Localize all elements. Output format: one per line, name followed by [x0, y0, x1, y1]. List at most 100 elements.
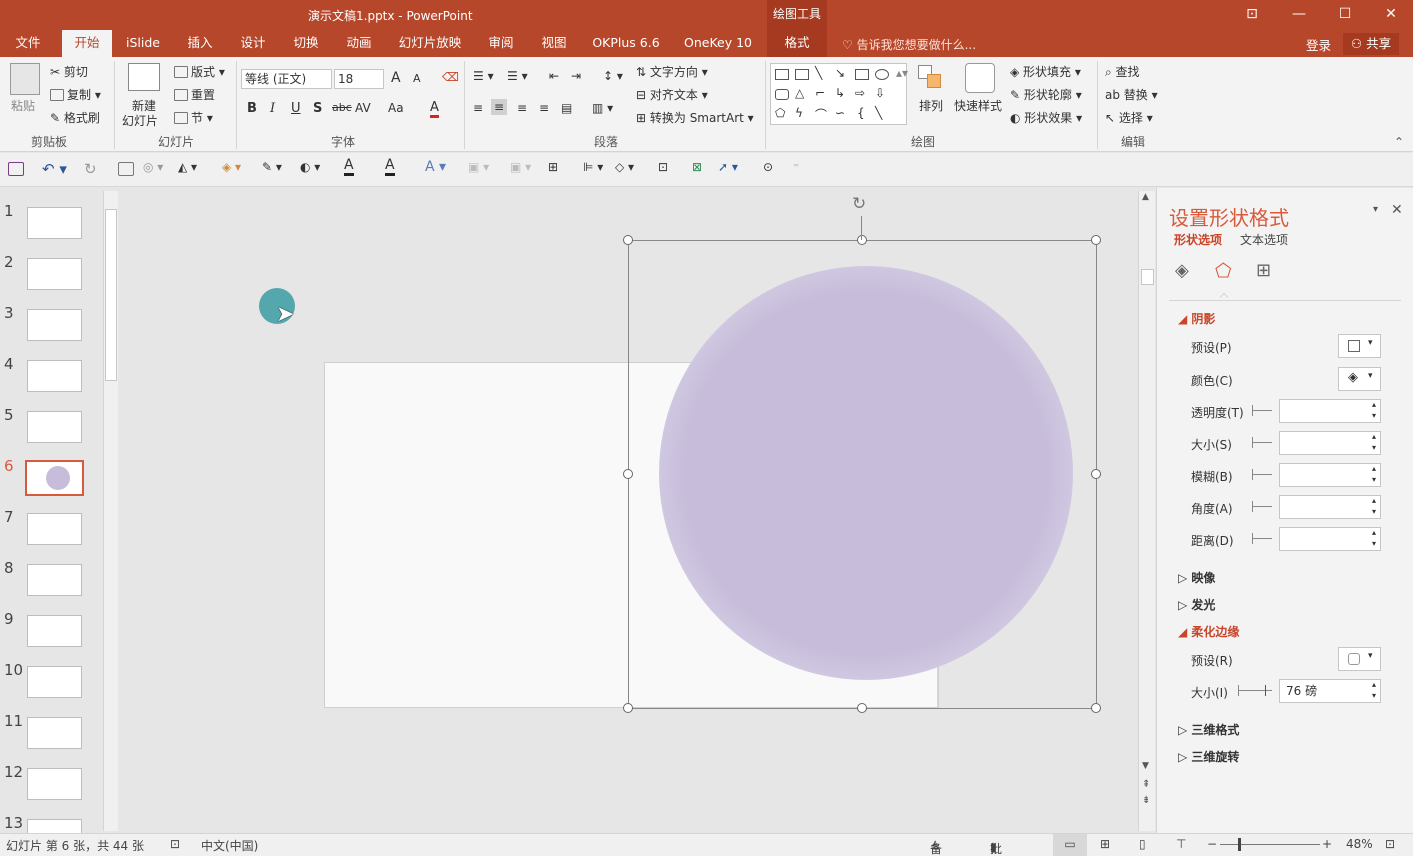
tab-slideshow[interactable]: 幻灯片放映: [393, 30, 467, 57]
gallery-scroll-icon[interactable]: ▴▾: [896, 66, 908, 80]
fit-to-window-icon[interactable]: ⊡: [1385, 837, 1395, 851]
resize-handle[interactable]: [857, 703, 867, 713]
export-icon[interactable]: ⊠: [692, 160, 702, 174]
text-direction-button[interactable]: ⇅ 文字方向 ▾: [636, 63, 708, 80]
next-slide-icon[interactable]: ⇟: [1142, 795, 1150, 806]
shapes-gallery[interactable]: ╲ ↘ △ ⌐ ↳ ⇨ ⇩ ⬠ ϟ ⌒ ∽ { ╲ ▴▾: [770, 63, 908, 125]
oval-shape-icon[interactable]: [875, 69, 889, 80]
soft-edges-section-header[interactable]: ◢ 柔化边缘: [1178, 623, 1239, 640]
align-qat-icon[interactable]: ⊫ ▾: [583, 160, 603, 174]
font-size-select[interactable]: 18: [334, 69, 384, 89]
layout-button[interactable]: 版式 ▾: [174, 63, 225, 80]
tab-islide[interactable]: iSlide: [120, 30, 166, 57]
close-icon[interactable]: ✕: [1380, 4, 1402, 24]
merge-shapes-icon[interactable]: ◎ ▾: [143, 160, 163, 174]
zoom-in-icon[interactable]: +: [1322, 837, 1332, 851]
underline-button[interactable]: U: [291, 101, 301, 116]
quick-styles-button[interactable]: 快速样式: [954, 97, 1002, 114]
shape-outline-button[interactable]: ✎ 形状轮廓 ▾: [1010, 86, 1082, 103]
tab-onekey[interactable]: OneKey 10: [678, 30, 758, 57]
pane-close-icon[interactable]: ✕: [1391, 202, 1403, 218]
resize-handle[interactable]: [1091, 235, 1101, 245]
vtextbox-shape-icon[interactable]: [795, 69, 809, 80]
slide-thumbnail[interactable]: [27, 819, 82, 833]
tab-home[interactable]: 开始: [62, 30, 112, 57]
collapse-ribbon-icon[interactable]: ⌃: [1394, 135, 1404, 149]
crop-icon[interactable]: ⊡: [658, 160, 668, 174]
scroll-up-icon[interactable]: ▲: [1142, 192, 1149, 202]
resize-handle[interactable]: [857, 235, 867, 245]
char-spacing-button[interactable]: AV: [355, 101, 371, 115]
blur-slider[interactable]: [1252, 469, 1272, 480]
slideshow-icon[interactable]: ⊤: [1176, 837, 1186, 851]
slide-thumbnail[interactable]: [27, 564, 82, 596]
new-slide-icon[interactable]: [128, 63, 160, 91]
triangle-shape-icon[interactable]: △: [795, 86, 804, 100]
distributed-icon[interactable]: ▤: [561, 101, 572, 115]
scroll-down-icon[interactable]: ▼: [1142, 761, 1149, 771]
textbox-shape-icon[interactable]: [775, 69, 789, 80]
smartart-button[interactable]: ⊞ 转换为 SmartArt ▾: [636, 109, 754, 126]
undo-icon[interactable]: ↶ ▾: [42, 160, 67, 178]
rounded-rect-shape-icon[interactable]: [775, 89, 789, 100]
animation-icon[interactable]: ➚ ▾: [718, 160, 738, 174]
shadow-preset-button[interactable]: ▾: [1338, 334, 1381, 358]
angle-spinner[interactable]: ▴ ▾: [1279, 495, 1381, 519]
zoom-slider[interactable]: [1220, 844, 1320, 845]
transparency-spinner[interactable]: ▴ ▾: [1279, 399, 1381, 423]
ribbon-display-icon[interactable]: ⊡: [1241, 4, 1263, 24]
slide-thumbnail[interactable]: [27, 309, 82, 341]
justify-icon[interactable]: ≡: [539, 101, 549, 115]
paste-button[interactable]: 粘贴: [11, 97, 35, 114]
zoom-out-icon[interactable]: −: [1207, 837, 1217, 851]
slider-thumb[interactable]: [1265, 685, 1266, 696]
text-outline-icon[interactable]: A: [385, 158, 395, 176]
arrange-icon[interactable]: [918, 65, 944, 91]
text-effects-icon[interactable]: A ▾: [425, 159, 446, 175]
soft-edges-preset-button[interactable]: ▾: [1338, 647, 1381, 671]
slide-thumbnail[interactable]: [27, 768, 82, 800]
tab-insert[interactable]: 插入: [178, 30, 222, 57]
customize-qat-icon[interactable]: ⁼: [793, 160, 799, 174]
resize-handle[interactable]: [623, 703, 633, 713]
language-status[interactable]: 中文(中国): [201, 837, 258, 854]
elbow-arrow-shape-icon[interactable]: ↳: [835, 86, 845, 100]
tab-animations[interactable]: 动画: [337, 30, 381, 57]
prev-slide-icon[interactable]: ⇞: [1142, 779, 1150, 790]
slide-thumbnail-selected[interactable]: [25, 460, 84, 496]
glow-section-header[interactable]: ▷ 发光: [1178, 596, 1215, 613]
edit-shape-icon[interactable]: ◇ ▾: [615, 160, 634, 174]
size-properties-icon[interactable]: ⊞: [1256, 260, 1271, 281]
distance-slider[interactable]: [1252, 533, 1272, 544]
screenshot-icon[interactable]: ⊙: [763, 160, 773, 174]
slide-thumbnail[interactable]: [27, 207, 82, 239]
3d-format-section-header[interactable]: ▷ 三维格式: [1178, 721, 1239, 738]
reflection-section-header[interactable]: ▷ 映像: [1178, 569, 1215, 586]
effects-pentagon-icon[interactable]: ⬠: [1215, 260, 1232, 282]
tab-file[interactable]: 文件: [6, 30, 50, 57]
line-spacing-icon[interactable]: ↕ ▾: [603, 69, 623, 83]
fill-line-icon[interactable]: ◈: [1175, 260, 1189, 281]
slide-sorter-icon[interactable]: ⊞: [1100, 837, 1110, 851]
columns-icon[interactable]: ▥ ▾: [592, 101, 613, 115]
change-case-button[interactable]: Aa: [388, 101, 404, 115]
decrease-indent-icon[interactable]: ⇤: [549, 69, 559, 83]
select-button[interactable]: ↖ 选择 ▾: [1105, 109, 1153, 126]
bold-button[interactable]: B: [247, 101, 257, 116]
tell-me-box[interactable]: ♡ 告诉我您想要做什么...: [842, 36, 976, 53]
selection-box[interactable]: [628, 240, 1097, 709]
shadow-button[interactable]: S: [313, 101, 322, 116]
rect-shape-icon[interactable]: [855, 69, 869, 80]
soft-edges-size-spinner[interactable]: 76 磅 ▴ ▾: [1279, 679, 1381, 703]
bullets-icon[interactable]: ☰ ▾: [473, 69, 494, 83]
slide-canvas[interactable]: ↻ ➤: [121, 188, 1138, 833]
soft-edges-size-slider[interactable]: [1238, 685, 1272, 696]
slide-thumbnail[interactable]: [27, 360, 82, 392]
tab-text-options[interactable]: 文本选项: [1240, 231, 1288, 248]
align-objects-icon[interactable]: ◭ ▾: [178, 160, 197, 174]
down-arrow-shape-icon[interactable]: ⇩: [875, 86, 885, 100]
textbox-icon[interactable]: [118, 162, 134, 176]
resize-handle[interactable]: [1091, 703, 1101, 713]
resize-handle[interactable]: [623, 469, 633, 479]
resize-handle[interactable]: [623, 235, 633, 245]
